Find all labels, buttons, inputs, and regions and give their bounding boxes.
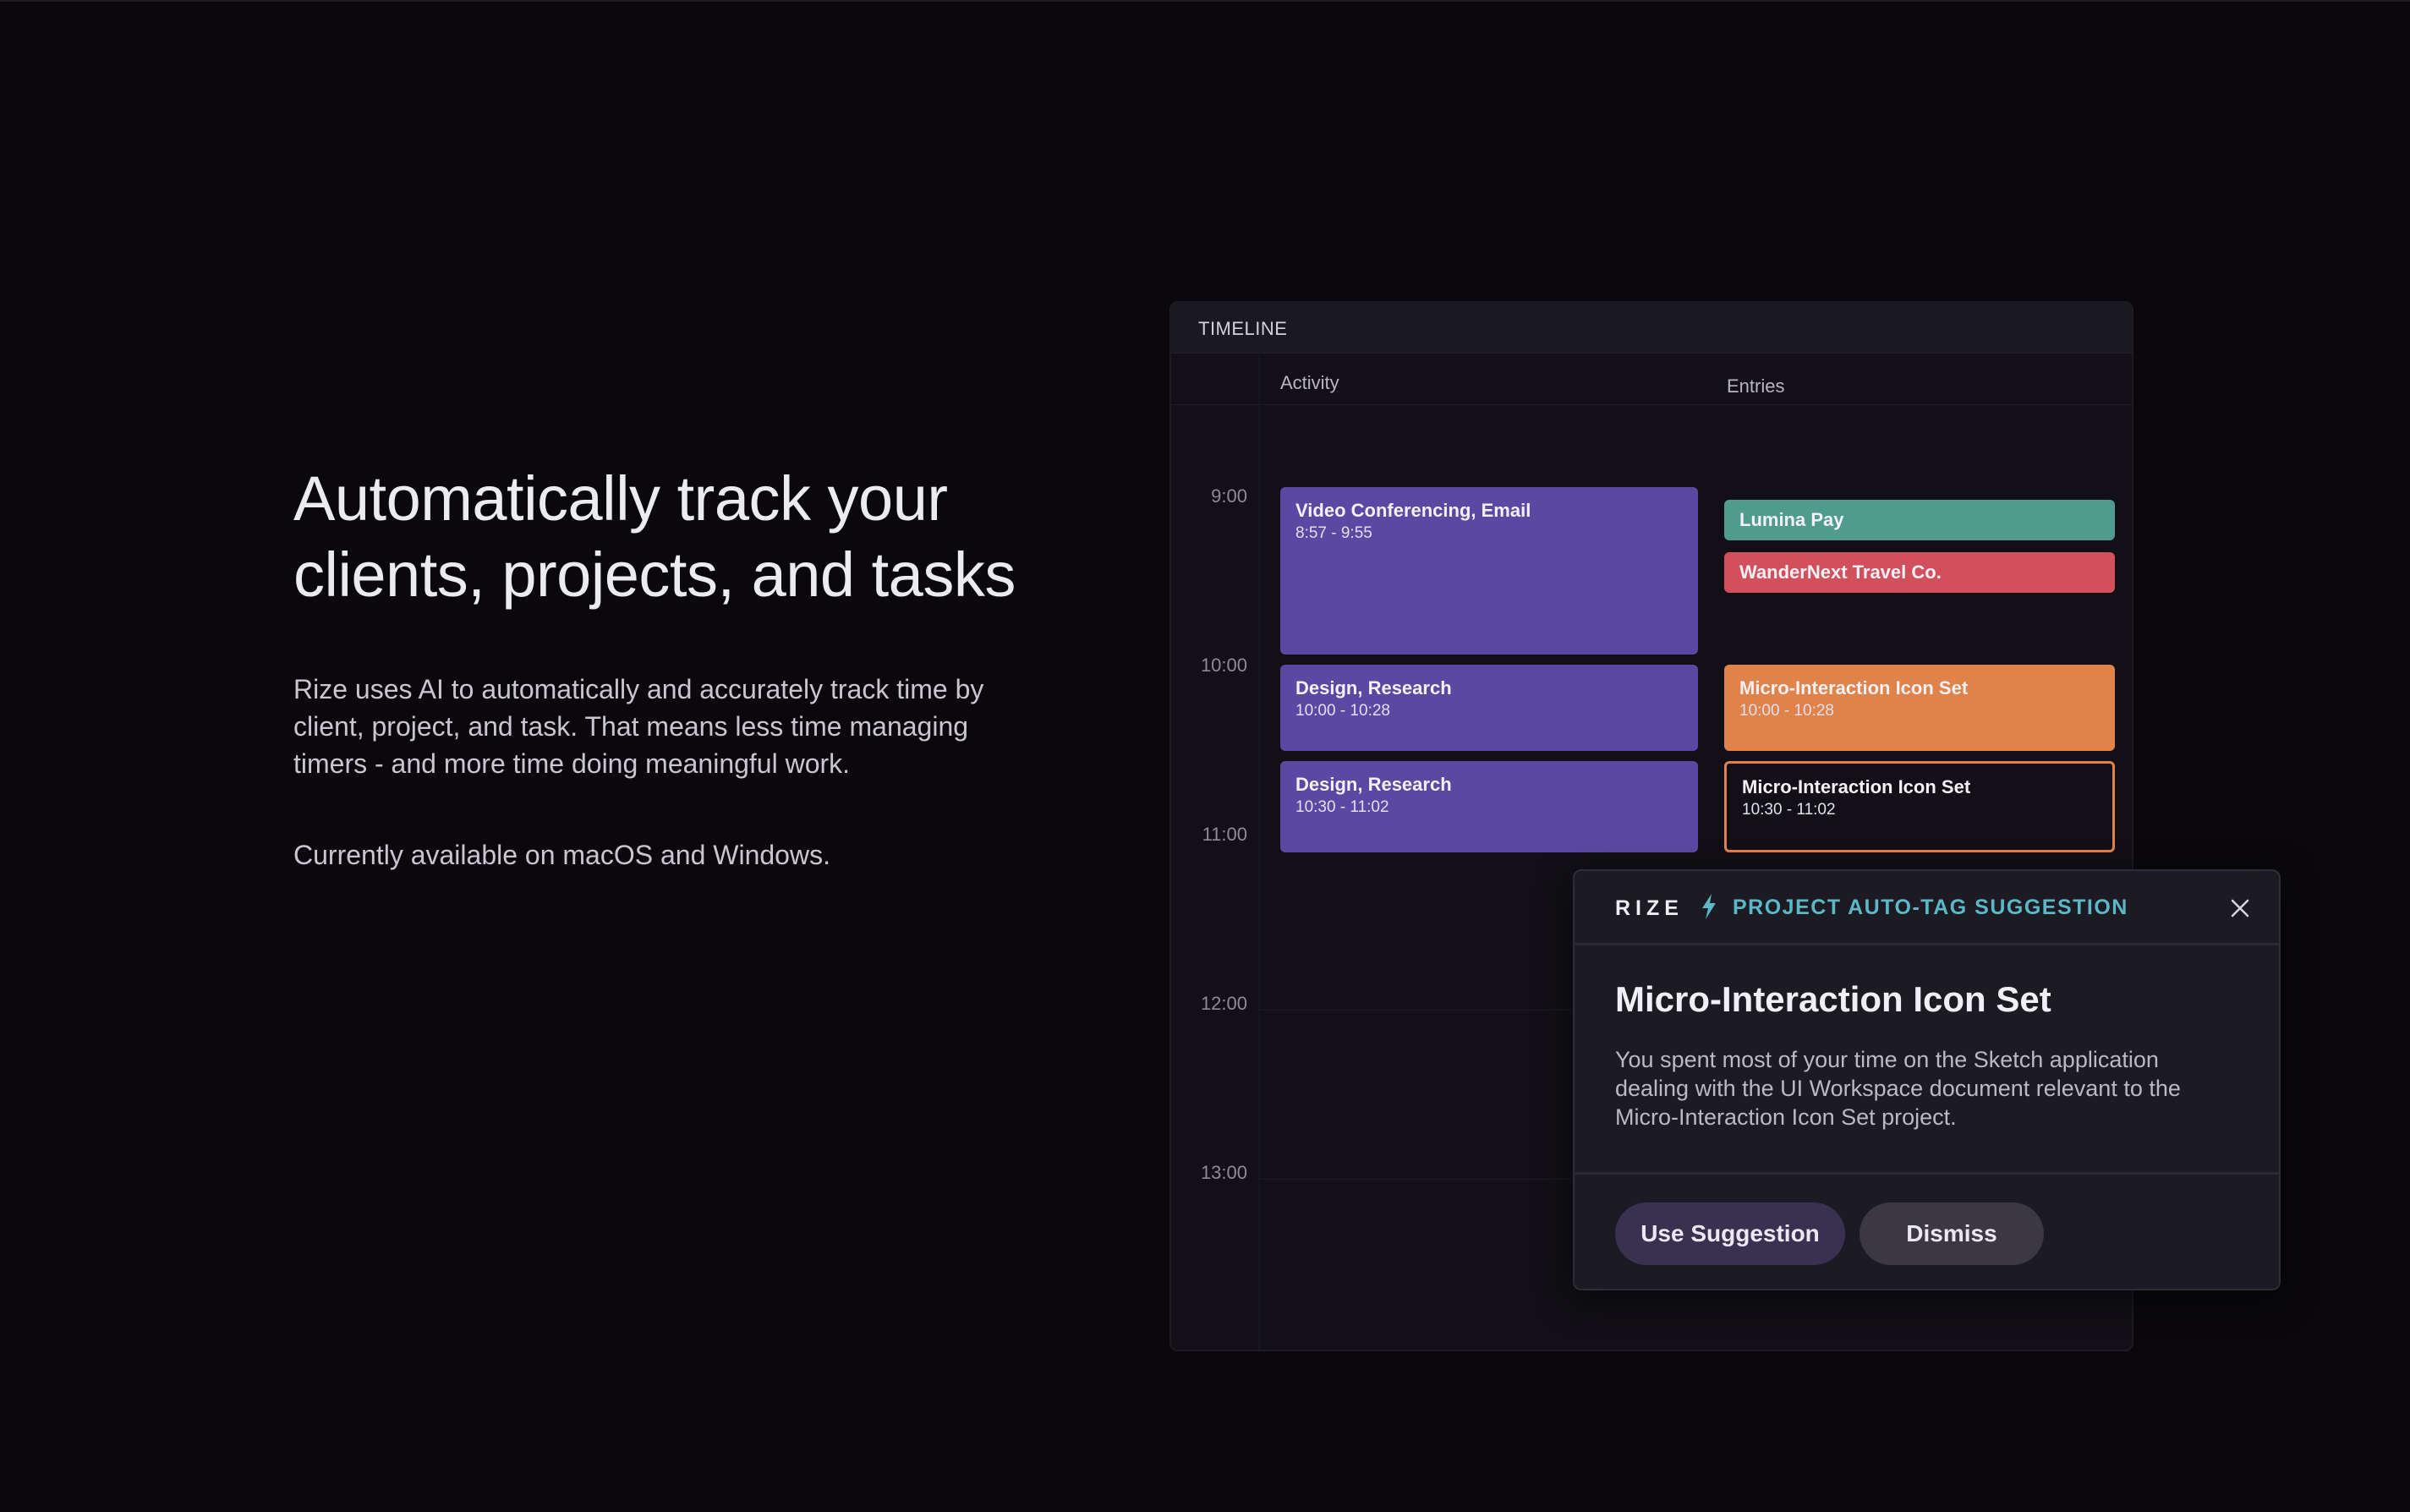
close-icon[interactable] [2226,894,2254,923]
hero-description: Rize uses AI to automatically and accura… [293,674,984,779]
auto-tag-suggestion-popup: RIZE PROJECT AUTO-TAG SUGGESTION Micro-I… [1573,869,2281,1290]
entry-title: Lumina Pay [1739,509,1844,530]
entries-column-header: Entries [1727,375,1785,397]
timeline-title: TIMELINE [1198,318,1288,339]
entry-block[interactable]: Micro-Interaction Icon Set 10:00 - 10:28 [1724,665,2115,751]
activity-time: 10:30 - 11:02 [1295,798,1389,816]
entry-title: WanderNext Travel Co. [1739,562,1942,583]
suggestion-label: PROJECT AUTO-TAG SUGGESTION [1733,896,2128,919]
entry-title: Micro-Interaction Icon Set [1739,677,1969,698]
hour-label-11: 11:00 [1202,824,1247,845]
dismiss-button[interactable]: Dismiss [1860,1202,2044,1265]
timeline-header: TIMELINE [1171,303,2132,353]
hour-label-9: 9:00 [1211,485,1247,507]
suggestion-title: Micro-Interaction Icon Set [1615,979,2051,1019]
popup-footer-divider [1575,1172,2279,1175]
popup-header: RIZE PROJECT AUTO-TAG SUGGESTION [1575,871,2279,945]
activity-block[interactable]: Design, Research 10:00 - 10:28 [1280,665,1698,751]
use-suggestion-button[interactable]: Use Suggestion [1615,1202,1845,1265]
entry-time: 10:00 - 10:28 [1739,702,1834,720]
entry-block-suggested[interactable]: Micro-Interaction Icon Set 10:30 - 11:02 [1724,761,2115,852]
entry-tag-wandernext[interactable]: WanderNext Travel Co. [1724,552,2115,593]
entry-time: 10:30 - 11:02 [1742,801,1836,819]
hour-label-10: 10:00 [1200,655,1247,676]
header-divider [1171,404,2132,405]
hero-title: Automatically track your clients, projec… [293,463,1016,610]
activity-title: Design, Research [1295,677,1452,698]
activity-time: 8:57 - 9:55 [1295,524,1372,542]
lightning-bolt-icon [1702,894,1716,919]
time-gutter-divider [1258,353,1260,1350]
activity-block[interactable]: Video Conferencing, Email 8:57 - 9:55 [1280,487,1698,655]
entry-title: Micro-Interaction Icon Set [1742,776,1971,797]
activity-title: Design, Research [1295,774,1452,795]
suggestion-body: You spent most of your time on the Sketc… [1615,1047,2181,1130]
activity-block[interactable]: Design, Research 10:30 - 11:02 [1280,761,1698,852]
hero-section: Automatically track your clients, projec… [293,461,1038,874]
hour-label-12: 12:00 [1200,993,1247,1014]
availability-note: Currently available on macOS and Windows… [293,840,830,870]
activity-column-header: Activity [1280,372,1339,393]
activity-title: Video Conferencing, Email [1295,500,1531,521]
activity-time: 10:00 - 10:28 [1295,702,1390,720]
rize-logo: RIZE [1615,896,1684,920]
hour-label-13: 13:00 [1200,1162,1247,1183]
top-divider [0,0,2410,2]
entry-tag-lumina-pay[interactable]: Lumina Pay [1724,500,2115,540]
